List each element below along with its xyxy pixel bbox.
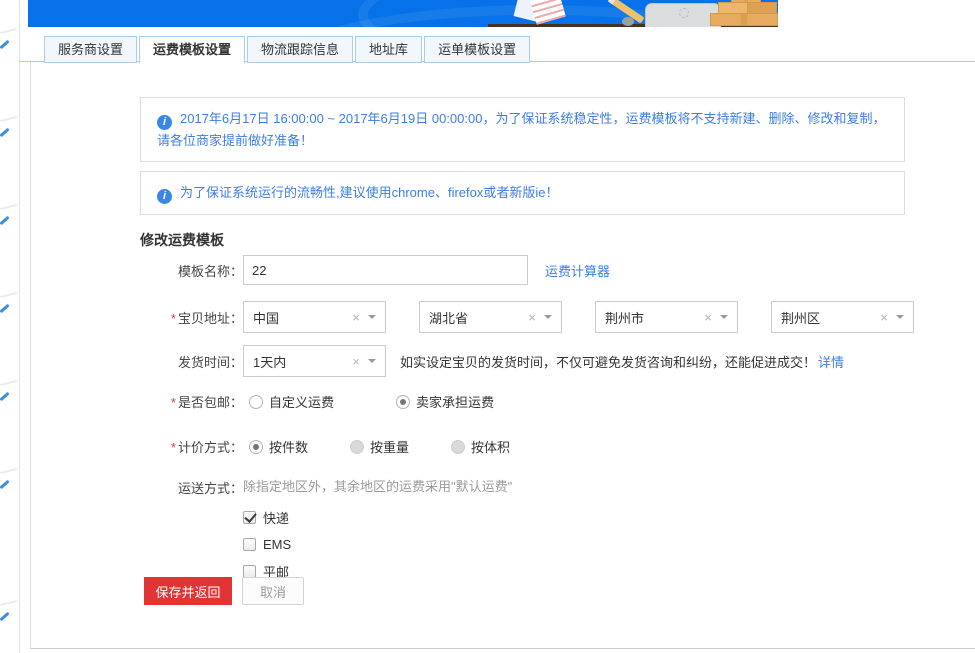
info-icon: i — [157, 115, 172, 130]
notice-text: 为了保证系统运行的流畅性,建议使用chrome、firefox或者新版ie！ — [180, 185, 558, 200]
shipping-calculator-link[interactable]: 运费计算器 — [545, 261, 610, 280]
radio-option-custom-shipping[interactable]: 自定义运费 — [243, 392, 334, 411]
tab-address-book[interactable]: 地址库 — [355, 36, 422, 63]
divider-line — [0, 600, 17, 606]
checkbox-icon-checked[interactable] — [243, 511, 256, 524]
details-link[interactable]: 详情 — [818, 352, 844, 371]
select-value: 湖北省 — [429, 308, 528, 327]
chevron-down-icon[interactable] — [368, 315, 376, 323]
address-select-city[interactable]: 荆州市 × — [595, 301, 738, 333]
radio-icon-disabled[interactable] — [451, 440, 465, 454]
divider-line — [0, 468, 17, 474]
chevron-down-icon[interactable] — [368, 359, 376, 367]
tab-shipping-template-settings[interactable]: 运费模板设置 — [139, 36, 245, 64]
tab-waybill-template-settings[interactable]: 运单模板设置 — [424, 36, 530, 63]
radio-option-seller-pays-shipping[interactable]: 卖家承担运费 — [390, 392, 494, 411]
select-value: 荆州区 — [781, 308, 880, 327]
radio-option-by-weight[interactable]: 按重量 — [344, 437, 409, 456]
settings-tabbar: 服务商设置 运费模板设置 物流跟踪信息 地址库 运单模板设置 — [44, 36, 530, 64]
address-select-province[interactable]: 湖北省 × — [419, 301, 562, 333]
item-address-row: *宝贝地址： 中国 × 湖北省 × 荆州市 × 荆州区 × — [140, 301, 914, 333]
radio-icon-disabled[interactable] — [350, 440, 364, 454]
edit-icon — [0, 612, 10, 622]
shipping-method-label: 运送方式： — [140, 476, 243, 497]
select-value: 中国 — [253, 308, 352, 327]
box-illustration — [710, 13, 778, 26]
system-maintenance-notice: i2017年6月17日 16:00:00 ~ 2017年6月19日 00:00:… — [140, 97, 905, 162]
template-name-input[interactable] — [243, 255, 528, 285]
checkbox-option-ems[interactable]: EMS — [243, 537, 512, 552]
template-name-label: 模板名称： — [140, 261, 243, 280]
tab-service-provider-settings[interactable]: 服务商设置 — [44, 36, 137, 63]
shipping-method-options: 除指定地区外，其余地区的运费采用"默认运费" 快递 EMS 平邮 — [243, 476, 512, 581]
radio-option-by-piece[interactable]: 按件数 — [243, 437, 308, 456]
info-icon: i — [157, 189, 172, 204]
cancel-button[interactable]: 取消 — [242, 577, 304, 605]
divider-line — [0, 292, 17, 298]
laptop-logo — [679, 8, 689, 18]
address-select-district[interactable]: 荆州区 × — [771, 301, 914, 333]
radio-icon-selected[interactable] — [249, 440, 263, 454]
edit-icon — [0, 40, 10, 50]
pricing-method-row: *计价方式： 按件数 按重量 按体积 — [140, 437, 510, 456]
tab-logistics-tracking-info[interactable]: 物流跟踪信息 — [247, 36, 353, 63]
delivery-time-label: 发货时间： — [140, 352, 243, 371]
edit-icon — [0, 304, 10, 314]
promo-banner — [28, 0, 778, 27]
free-shipping-row: *是否包邮： 自定义运费 卖家承担运费 — [140, 392, 494, 411]
divider-line — [0, 204, 17, 210]
item-address-label: *宝贝地址： — [140, 308, 243, 327]
checkbox-icon[interactable] — [243, 538, 256, 551]
save-and-return-button[interactable]: 保存并返回 — [144, 577, 232, 605]
chevron-down-icon[interactable] — [896, 315, 904, 323]
pricing-method-label: *计价方式： — [140, 437, 243, 456]
clear-icon[interactable]: × — [880, 310, 888, 325]
notice-text: 2017年6月17日 16:00:00 ~ 2017年6月19日 00:00:0… — [157, 111, 885, 148]
edit-icon — [0, 128, 10, 138]
clear-icon[interactable]: × — [528, 310, 536, 325]
form-actions-row: 保存并返回 取消 — [140, 577, 304, 605]
left-panel-sliver — [0, 0, 20, 653]
clear-icon[interactable]: × — [352, 310, 360, 325]
shipping-method-row: 运送方式： 除指定地区外，其余地区的运费采用"默认运费" 快递 EMS 平邮 — [140, 476, 512, 581]
shipping-method-hint: 除指定地区外，其余地区的运费采用"默认运费" — [243, 476, 512, 495]
chevron-down-icon[interactable] — [720, 315, 728, 323]
radio-option-by-volume[interactable]: 按体积 — [445, 437, 510, 456]
free-shipping-label: *是否包邮： — [140, 392, 243, 411]
required-star: * — [171, 311, 176, 326]
edit-icon — [0, 480, 10, 490]
divider-line — [0, 28, 17, 34]
clear-icon[interactable]: × — [352, 354, 360, 369]
browser-recommendation-notice: i 为了保证系统运行的流畅性,建议使用chrome、firefox或者新版ie！ — [140, 171, 905, 215]
template-name-row: 模板名称： 运费计算器 — [140, 255, 610, 285]
divider-line — [0, 116, 17, 122]
form-title: 修改运费模板 — [140, 230, 224, 250]
delivery-time-select[interactable]: 1天内 × — [243, 345, 386, 377]
chevron-down-icon[interactable] — [544, 315, 552, 323]
required-star: * — [171, 395, 176, 410]
radio-icon-selected[interactable] — [396, 395, 410, 409]
delivery-time-hint: 如实设定宝贝的发货时间，不仅可避免发货咨询和纠纷，还能促进成交！ — [400, 352, 816, 371]
select-value: 荆州市 — [605, 308, 704, 327]
required-star: * — [171, 440, 176, 455]
hand-illustration — [622, 17, 634, 26]
clear-icon[interactable]: × — [704, 310, 712, 325]
checkbox-option-express[interactable]: 快递 — [243, 508, 512, 527]
edit-icon — [0, 392, 10, 402]
delivery-time-row: 发货时间： 1天内 × 如实设定宝贝的发货时间，不仅可避免发货咨询和纠纷，还能促… — [140, 345, 844, 377]
edit-icon — [0, 216, 10, 226]
select-value: 1天内 — [253, 352, 352, 371]
divider-line — [0, 380, 17, 386]
radio-icon[interactable] — [249, 395, 263, 409]
address-select-country[interactable]: 中国 × — [243, 301, 386, 333]
